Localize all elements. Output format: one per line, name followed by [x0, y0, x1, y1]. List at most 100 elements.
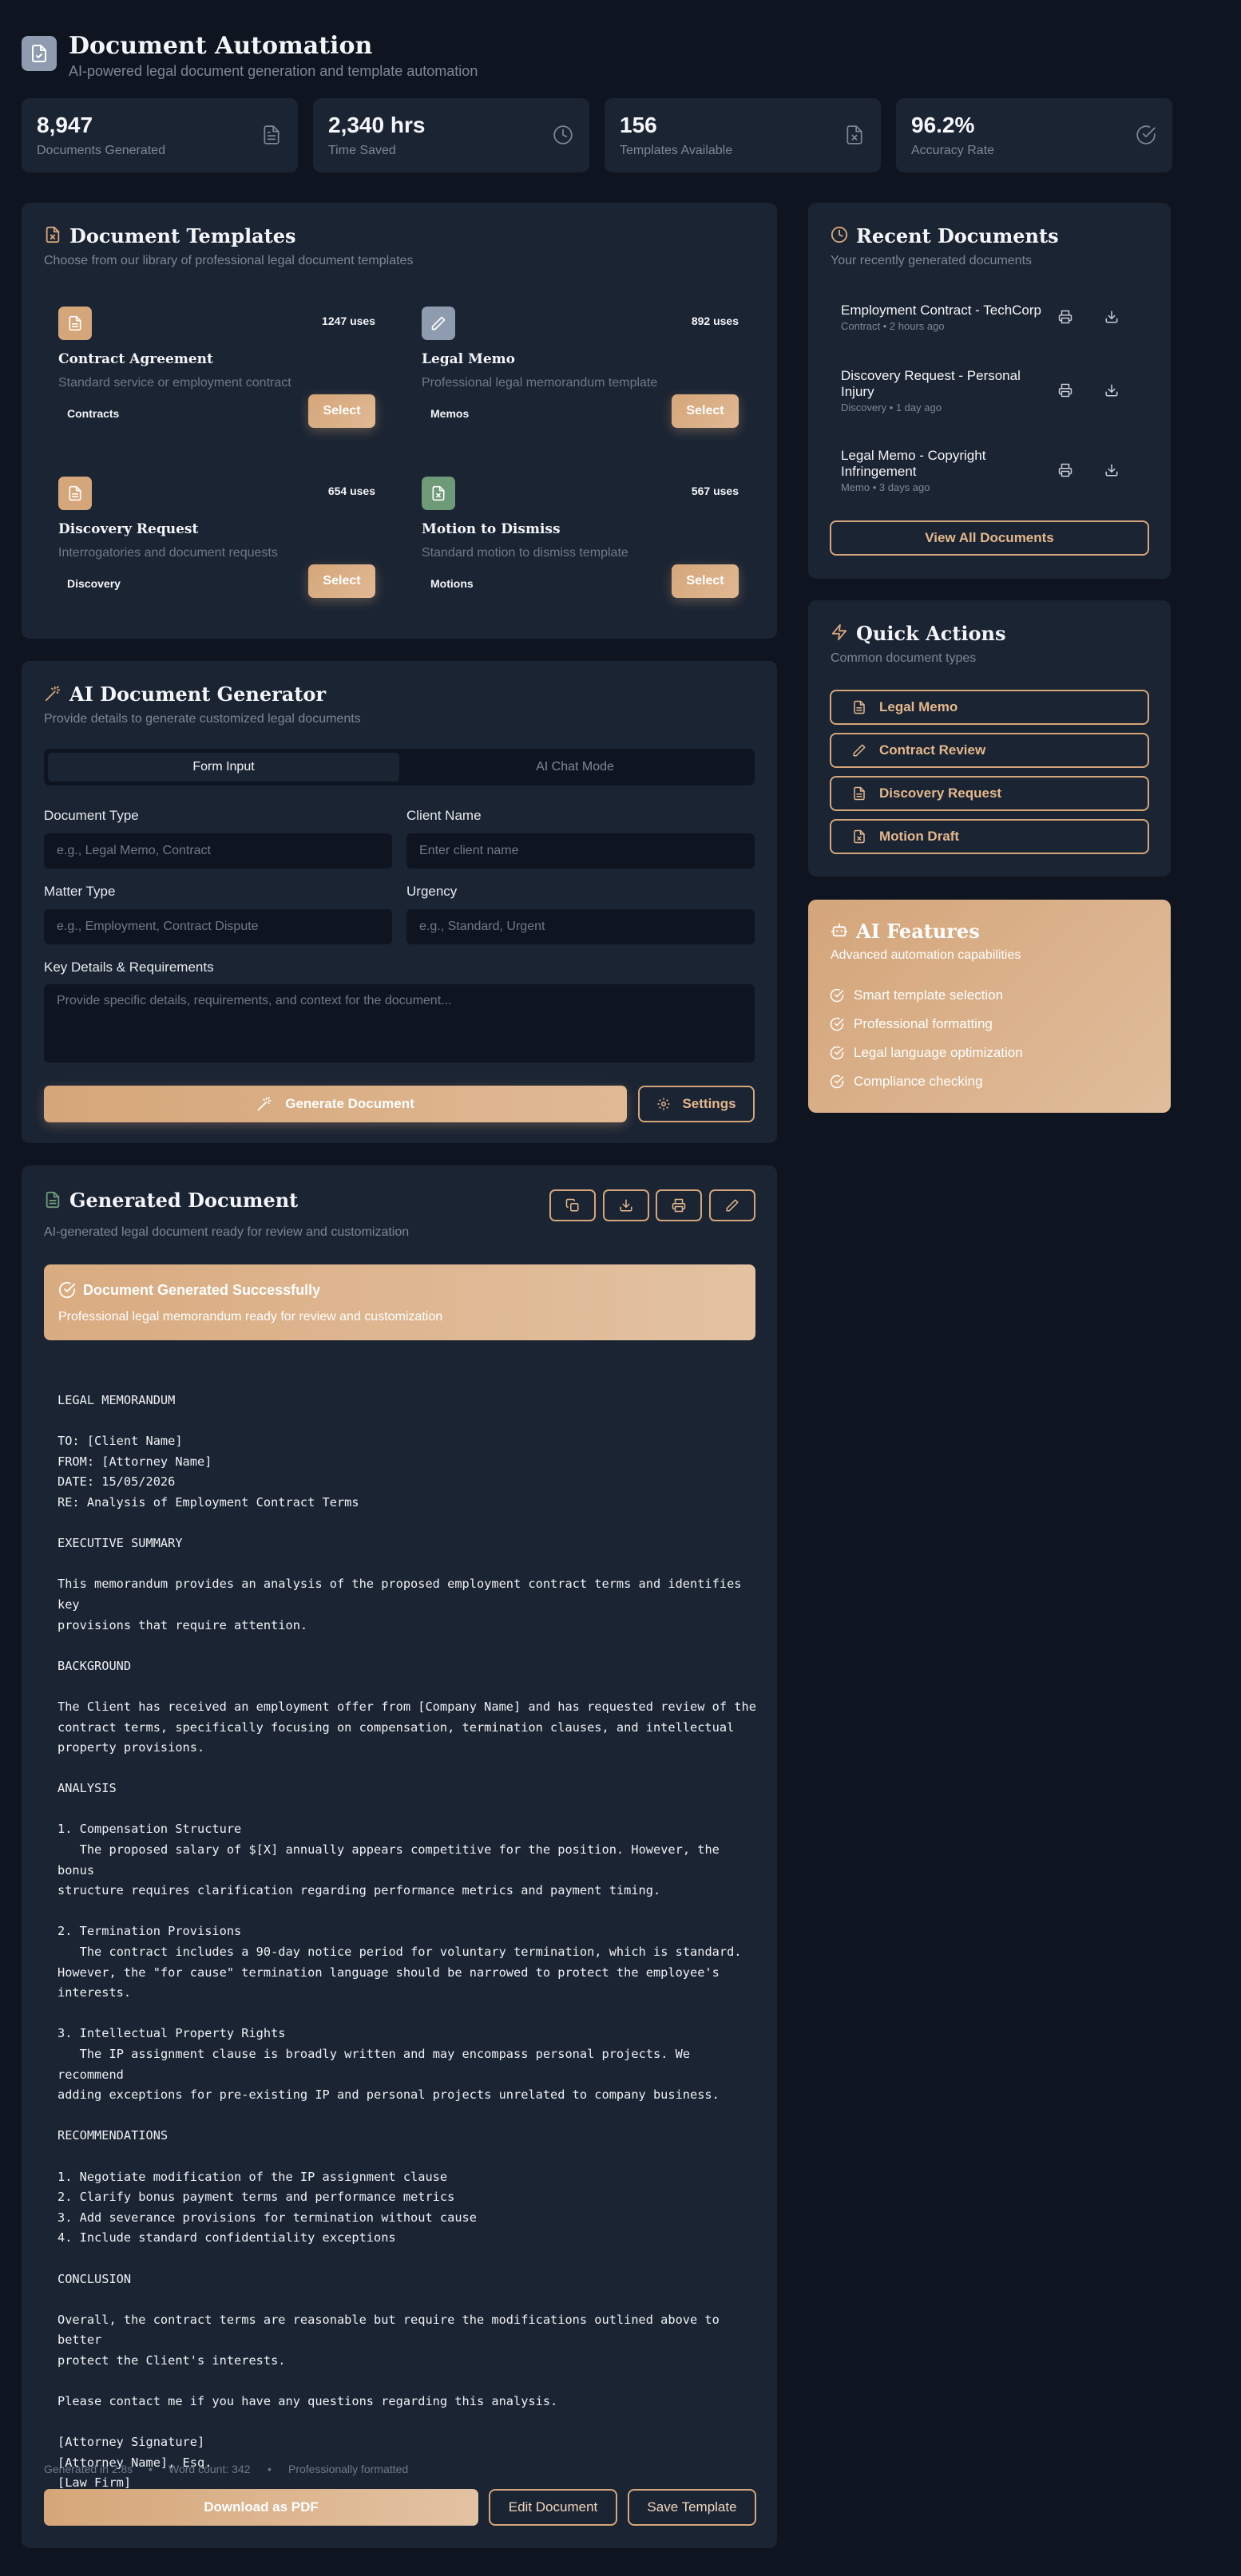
view-all-documents-button[interactable]: View All Documents: [830, 520, 1149, 556]
document-type-label: Document Type: [44, 808, 139, 823]
recent-title: Recent Documents: [856, 224, 1059, 247]
quick-action-discovery-request[interactable]: Discovery Request: [830, 776, 1149, 811]
key-details-label: Key Details & Requirements: [44, 960, 214, 975]
app-logo: [22, 36, 57, 71]
quick-action-motion-draft[interactable]: Motion Draft: [830, 819, 1149, 854]
client-name-label: Client Name: [406, 808, 482, 823]
recent-document-title: Employment Contract - TechCorp: [841, 303, 1042, 318]
pen-icon: [431, 316, 446, 330]
print-icon[interactable]: [1058, 463, 1072, 477]
category-badge: Motions: [430, 577, 474, 590]
download-button[interactable]: [603, 1189, 649, 1221]
page-title: Document Automation: [69, 32, 373, 60]
download-icon[interactable]: [1104, 463, 1119, 477]
recent-document-item[interactable]: Legal Memo - Copyright Infringement Memo…: [841, 448, 1144, 512]
document-content: LEGAL MEMORANDUM TO: [Client Name] FROM:…: [57, 1393, 756, 2491]
quick-action-label: Legal Memo: [879, 699, 958, 714]
download-icon: [620, 1199, 632, 1212]
check-circle-icon: [58, 1281, 76, 1299]
features-subtitle: Advanced automation capabilities: [831, 948, 1021, 962]
feature-item: Professional formatting: [830, 1016, 993, 1032]
print-icon[interactable]: [1058, 310, 1072, 324]
file-x-icon: [46, 226, 60, 243]
recent-document-meta: Memo • 3 days ago: [841, 481, 930, 493]
template-name: Discovery Request: [58, 521, 199, 537]
document-icon: [854, 700, 865, 714]
templates-subtitle: Choose from our library of professional …: [44, 254, 414, 267]
usage-count: 654 uses: [327, 485, 375, 497]
stat-label: Time Saved: [328, 144, 396, 157]
generate-document-button[interactable]: Generate Document: [44, 1086, 627, 1122]
generated-subtitle: AI-generated legal document ready for re…: [44, 1225, 410, 1239]
category-badge: Discovery: [67, 577, 121, 590]
feature-item: Legal language optimization: [830, 1045, 1023, 1061]
key-details-textarea[interactable]: Provide specific details, requirements, …: [44, 984, 755, 1062]
quick-action-contract-review[interactable]: Contract Review: [830, 733, 1149, 768]
matter-type-input[interactable]: e.g., Employment, Contract Dispute: [44, 909, 392, 944]
select-button[interactable]: Select: [308, 394, 375, 428]
select-button[interactable]: Select: [672, 394, 739, 428]
clock-icon: [553, 125, 573, 144]
robot-icon: [831, 923, 848, 937]
download-icon[interactable]: [1104, 383, 1119, 398]
stat-templates-available: 156 Templates Available: [605, 98, 881, 172]
features-title: AI Features: [856, 920, 980, 943]
recent-document-item[interactable]: Employment Contract - TechCorp Contract …: [841, 303, 1144, 366]
template-icon-box: [58, 307, 92, 340]
feature-label: Legal language optimization: [854, 1045, 1023, 1060]
tab-ai-chat-mode[interactable]: AI Chat Mode: [399, 753, 751, 782]
feature-label: Compliance checking: [854, 1074, 983, 1089]
document-check-icon: [32, 45, 46, 62]
quick-action-legal-memo[interactable]: Legal Memo: [830, 690, 1149, 725]
edit-document-button[interactable]: Edit Document: [489, 2489, 617, 2526]
file-x-icon: [854, 829, 865, 844]
stat-label: Accuracy Rate: [911, 144, 995, 157]
template-description: Professional legal memorandum template: [422, 376, 658, 390]
edit-button[interactable]: [709, 1189, 755, 1221]
recent-document-meta: Discovery • 1 day ago: [841, 402, 942, 414]
pen-icon: [853, 744, 866, 757]
gear-icon: [657, 1098, 670, 1110]
template-contract-agreement[interactable]: 1247 uses Contract Agreement Standard se…: [43, 297, 375, 449]
recent-document-item[interactable]: Discovery Request - Personal Injury Disc…: [841, 368, 1144, 432]
print-icon[interactable]: [1058, 383, 1072, 398]
download-icon[interactable]: [1104, 310, 1119, 324]
template-discovery-request[interactable]: 654 uses Discovery Request Interrogatori…: [43, 467, 375, 619]
client-name-input[interactable]: Enter client name: [406, 833, 755, 869]
tab-form-input[interactable]: Form Input: [48, 753, 399, 782]
generator-card: AI Document Generator Provide details to…: [22, 661, 777, 1143]
template-motion-to-dismiss[interactable]: 567 uses Motion to Dismiss Standard moti…: [406, 467, 739, 619]
template-description: Standard motion to dismiss template: [422, 546, 628, 560]
category-badge: Memos: [430, 407, 470, 420]
check-circle-icon: [830, 1017, 844, 1031]
urgency-input[interactable]: e.g., Standard, Urgent: [406, 909, 755, 944]
select-button[interactable]: Select: [672, 564, 739, 598]
download-pdf-button[interactable]: Download as PDF: [44, 2489, 478, 2526]
document-type-input[interactable]: e.g., Legal Memo, Contract: [44, 833, 392, 869]
copy-button[interactable]: [549, 1189, 596, 1221]
stat-documents-generated: 8,947 Documents Generated: [22, 98, 298, 172]
generator-subtitle: Provide details to generate customized l…: [44, 712, 361, 726]
stat-time-saved: 2,340 hrs Time Saved: [313, 98, 589, 172]
stat-value: 156: [620, 113, 657, 137]
print-button[interactable]: [656, 1189, 702, 1221]
template-name: Legal Memo: [422, 351, 516, 367]
document-icon: [69, 315, 81, 331]
check-circle-icon: [830, 1046, 844, 1060]
generator-title: AI Document Generator: [69, 683, 327, 706]
stat-value: 8,947: [37, 113, 93, 137]
settings-button[interactable]: Settings: [638, 1086, 755, 1122]
mode-tabs: Form Input AI Chat Mode: [44, 749, 755, 785]
check-circle-icon: [830, 988, 844, 1003]
document-icon: [264, 125, 280, 144]
templates-card: Document Templates Choose from our libra…: [22, 203, 777, 639]
recent-document-title: Legal Memo - Copyright Infringement: [841, 448, 986, 479]
template-legal-memo[interactable]: 892 uses Legal Memo Professional legal m…: [406, 297, 739, 449]
success-title: Document Generated Successfully: [83, 1282, 321, 1298]
select-button[interactable]: Select: [308, 564, 375, 598]
templates-title: Document Templates: [69, 224, 296, 247]
settings-label: Settings: [682, 1096, 736, 1111]
save-template-button[interactable]: Save Template: [628, 2489, 756, 2526]
quick-action-label: Discovery Request: [879, 785, 1002, 801]
copy-icon: [565, 1198, 579, 1212]
